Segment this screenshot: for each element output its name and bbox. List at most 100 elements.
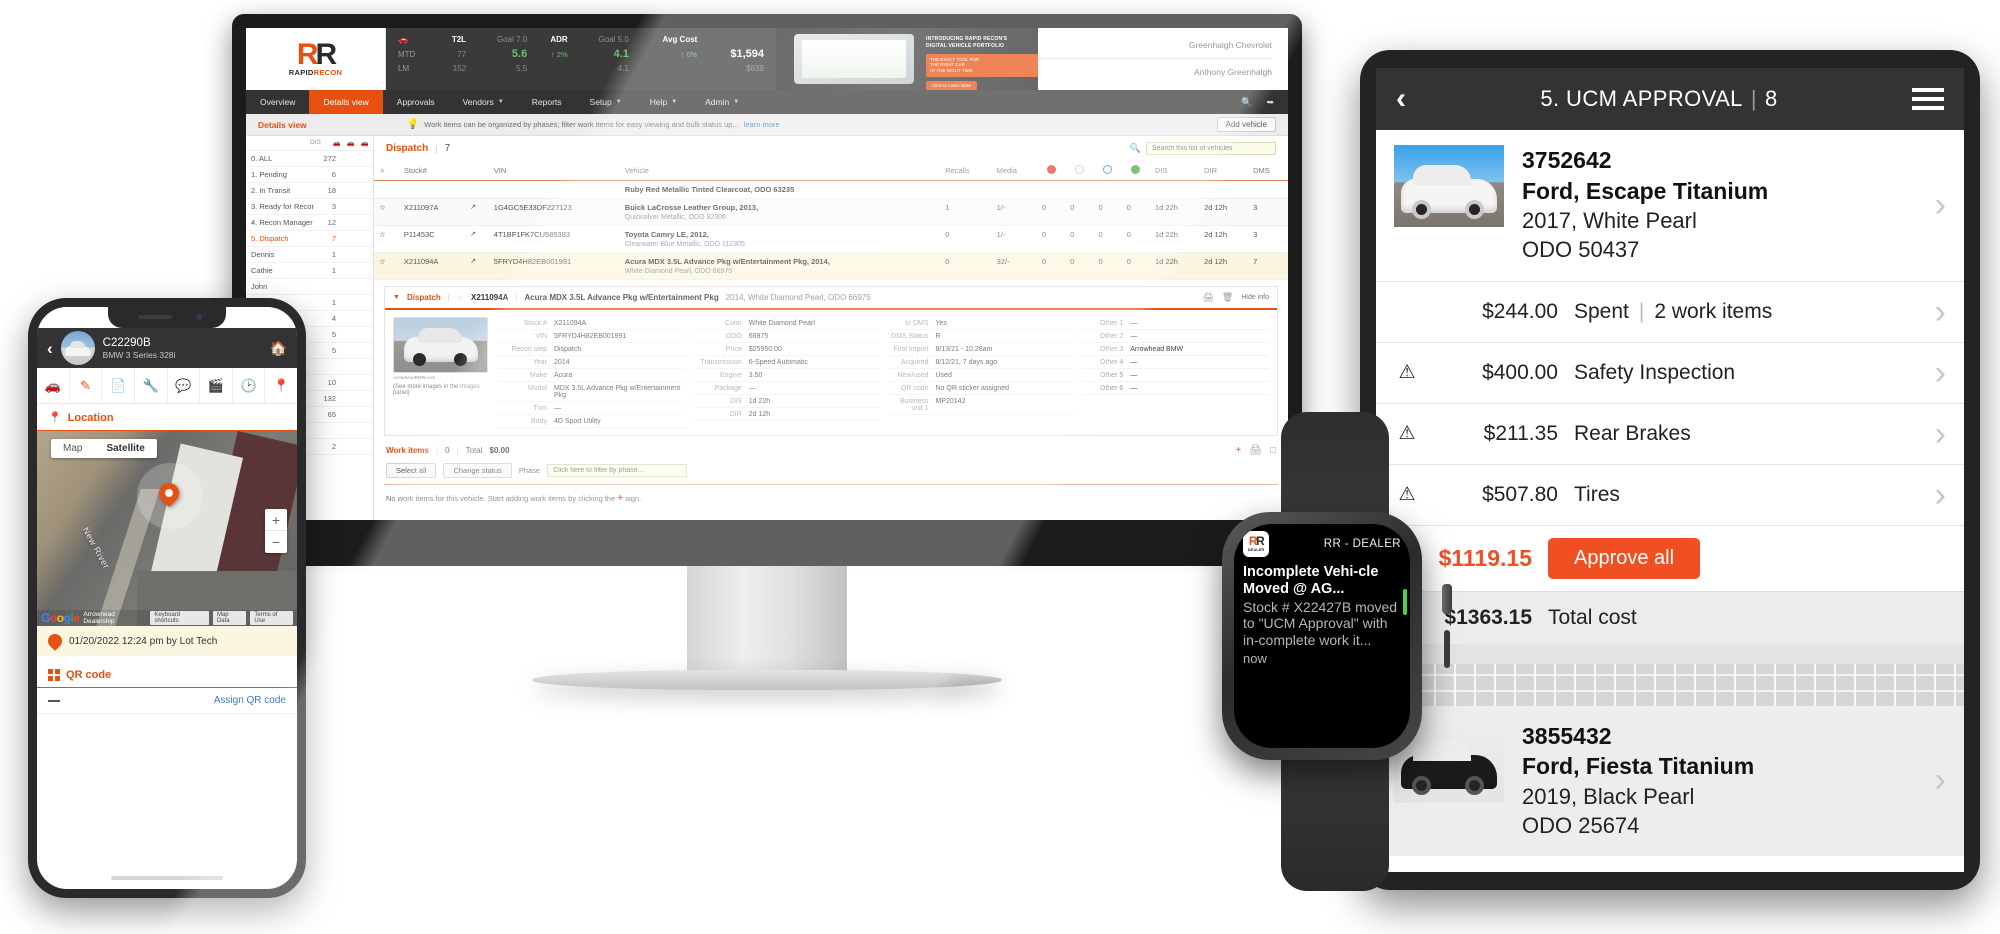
pin-icon[interactable]: 📍 bbox=[265, 368, 297, 403]
change-status-button[interactable]: Change status bbox=[443, 463, 512, 478]
chevron-right-icon[interactable]: › bbox=[1935, 295, 1946, 329]
add-vehicle-button[interactable]: Add vehicle bbox=[1216, 117, 1276, 132]
external-link-icon[interactable]: ↗ bbox=[465, 252, 489, 280]
nav-overview[interactable]: Overview bbox=[246, 90, 309, 114]
col-stock[interactable]: Stock# bbox=[398, 161, 466, 181]
hide-info-link[interactable]: Hide info bbox=[1241, 294, 1269, 301]
col-dis[interactable]: DIS bbox=[1150, 161, 1200, 181]
map-type-toggle[interactable]: Map Satellite bbox=[51, 439, 157, 458]
nav-reports[interactable]: Reports bbox=[518, 90, 576, 114]
phase-row[interactable]: 1. Pending 6 bbox=[246, 167, 373, 183]
note-icon[interactable]: 📄 bbox=[102, 368, 135, 403]
work-item-row[interactable]: ⚠ $507.80 Tires › bbox=[1376, 463, 1964, 525]
col-star[interactable]: ★ bbox=[374, 161, 399, 181]
col-vin[interactable]: VIN bbox=[488, 161, 620, 181]
terms-of-use-link[interactable]: Terms of Use bbox=[250, 611, 293, 625]
row-star-icon[interactable] bbox=[374, 180, 399, 199]
select-all-button[interactable]: Select all bbox=[386, 463, 437, 478]
phase-row[interactable]: 3. Ready for Recon 3 bbox=[246, 199, 373, 215]
col-media[interactable]: Media bbox=[991, 161, 1037, 181]
brand-logo[interactable]: RR RAPIDRECON bbox=[246, 28, 386, 90]
print-work-items-icon[interactable]: 🖨 bbox=[1249, 445, 1262, 456]
col-alert-icon[interactable] bbox=[1036, 161, 1066, 181]
vehicle-summary-row[interactable]: 3752642 Ford, Escape Titanium 2017, Whit… bbox=[1376, 130, 1964, 281]
map-tab-satellite[interactable]: Satellite bbox=[94, 439, 156, 458]
work-item-row[interactable]: ⚠ $400.00 Safety Inspection › bbox=[1376, 341, 1964, 403]
col-dms[interactable]: DMS bbox=[1248, 161, 1288, 181]
external-link-icon[interactable] bbox=[465, 180, 489, 199]
phase-row[interactable]: Cathie 1 bbox=[246, 263, 373, 279]
phase-row[interactable]: 5. Dispatch 7 bbox=[246, 231, 373, 247]
col-pending-icon[interactable] bbox=[1065, 161, 1094, 181]
favorite-star-icon[interactable]: ☆ bbox=[457, 293, 464, 302]
external-link-icon[interactable]: ↗ bbox=[465, 225, 489, 253]
back-icon[interactable]: ‹ bbox=[47, 340, 53, 357]
edit-icon[interactable]: ✎ bbox=[70, 368, 103, 403]
clock-icon[interactable]: 🕑 bbox=[233, 368, 266, 403]
vehicle-card-2[interactable]: 3855432 Ford, Fiesta Titanium 2019, Blac… bbox=[1376, 705, 1964, 857]
col-dir[interactable]: DIR bbox=[1199, 161, 1249, 181]
digital-crown[interactable] bbox=[1442, 584, 1452, 614]
search-icon[interactable]: 🔍 bbox=[1130, 143, 1141, 154]
table-row[interactable]: Ruby Red Metallic Tinted Clearcoat, ODO … bbox=[374, 180, 1288, 199]
chevron-right-icon[interactable]: › bbox=[1935, 763, 1946, 797]
assign-qr-code-link[interactable]: Assign QR code bbox=[214, 695, 286, 706]
phase-filter-input[interactable] bbox=[547, 464, 688, 477]
home-icon[interactable]: 🏠 bbox=[270, 340, 287, 357]
chevron-right-icon[interactable]: › bbox=[1935, 356, 1946, 390]
expand-work-items-icon[interactable]: □ bbox=[1270, 445, 1276, 456]
chevron-right-icon[interactable]: › bbox=[1935, 478, 1946, 512]
search-icon[interactable]: 🔍 bbox=[1241, 97, 1252, 108]
nav-admin[interactable]: Admin ▼ bbox=[691, 90, 753, 114]
hamburger-menu-icon[interactable] bbox=[1912, 88, 1944, 110]
table-row[interactable]: ☆ X211094A ↗ 5FRYD4H82EB001991 Acura MDX 3.5… bbox=[374, 252, 1288, 280]
map-tab-map[interactable]: Map bbox=[51, 439, 94, 458]
back-icon[interactable]: ‹ bbox=[1396, 84, 1406, 114]
external-link-icon[interactable]: ↗ bbox=[465, 198, 489, 226]
vehicle-summary-row-2[interactable]: 3855432 Ford, Fiesta Titanium 2019, Blac… bbox=[1376, 706, 1964, 857]
phase-row[interactable]: 0. ALL 272 bbox=[246, 151, 373, 167]
notification-body[interactable]: Incomplete Vehi-​cle Moved @ AG... Stock… bbox=[1234, 561, 1410, 666]
search-input[interactable] bbox=[1146, 142, 1276, 155]
table-row[interactable]: ☆ P11453C ↗ 4T1BF1FK7CU585383 Toyota Camry L… bbox=[374, 225, 1288, 253]
chevron-right-icon[interactable]: › bbox=[1935, 417, 1946, 451]
nav-help[interactable]: Help ▼ bbox=[636, 90, 691, 114]
phase-row[interactable]: 2. In Transit 18 bbox=[246, 183, 373, 199]
vehicle-search[interactable]: 🔍 bbox=[1130, 142, 1276, 155]
zoom-out-button[interactable]: − bbox=[265, 531, 287, 553]
promo-cta-button[interactable]: Click to Learn More bbox=[926, 81, 978, 90]
col-blocked-icon[interactable] bbox=[1093, 161, 1122, 181]
phase-row[interactable]: John bbox=[246, 279, 373, 295]
delete-icon[interactable]: 🗑 bbox=[1222, 292, 1233, 303]
map-zoom-controls[interactable]: + − bbox=[265, 509, 287, 553]
nav-approvals[interactable]: Approvals bbox=[383, 90, 449, 114]
print-icon[interactable]: 🖨 bbox=[1202, 292, 1213, 303]
nav-details-view[interactable]: Details view bbox=[309, 90, 383, 114]
row-star-icon[interactable]: ☆ bbox=[374, 198, 399, 226]
tip-learn-more-link[interactable]: learn more bbox=[744, 120, 780, 129]
zoom-in-button[interactable]: + bbox=[265, 509, 287, 531]
phase-row[interactable]: 4. Recon Manager 12 bbox=[246, 215, 373, 231]
nav-setup[interactable]: Setup ▼ bbox=[576, 90, 636, 114]
promo-banner[interactable]: INTRODUCING RAPID RECON'S DIGITAL VEHICL… bbox=[776, 28, 1038, 90]
map-data-link[interactable]: Map Data bbox=[212, 611, 247, 625]
collapse-triangle-icon[interactable]: ▼ bbox=[393, 294, 400, 301]
work-item-row[interactable]: ⚠ $211.35 Rear Brakes › bbox=[1376, 402, 1964, 464]
col-approved-icon[interactable] bbox=[1121, 161, 1151, 181]
wrench-icon[interactable]: 🔧 bbox=[135, 368, 168, 403]
nav-vendors[interactable]: Vendors ▼ bbox=[449, 90, 518, 114]
location-map[interactable]: Map Satellite New River + − Google Arrow… bbox=[37, 430, 297, 626]
keyboard-shortcuts-link[interactable]: Keyboard shortcuts bbox=[150, 611, 209, 625]
add-work-item-icon[interactable]: + bbox=[1235, 445, 1241, 456]
spent-row[interactable]: $244.00 Spent | 2 work items › bbox=[1376, 280, 1964, 342]
table-row[interactable]: ☆ X211097A ↗ 1G4GC5E33DF227123 Buick LaCross… bbox=[374, 198, 1288, 226]
col-vehicle[interactable]: Vehicle bbox=[619, 161, 941, 181]
chevron-right-icon[interactable]: › bbox=[1935, 188, 1946, 222]
col-recalls[interactable]: Recalls bbox=[940, 161, 992, 181]
side-button[interactable] bbox=[1444, 630, 1450, 668]
comment-icon[interactable]: 💬 bbox=[168, 368, 201, 403]
logout-icon[interactable]: ➥ bbox=[1266, 97, 1274, 108]
row-star-icon[interactable]: ☆ bbox=[374, 225, 399, 253]
approve-all-button[interactable]: Approve all bbox=[1548, 537, 1701, 579]
vehicle-avatar[interactable] bbox=[60, 331, 95, 365]
